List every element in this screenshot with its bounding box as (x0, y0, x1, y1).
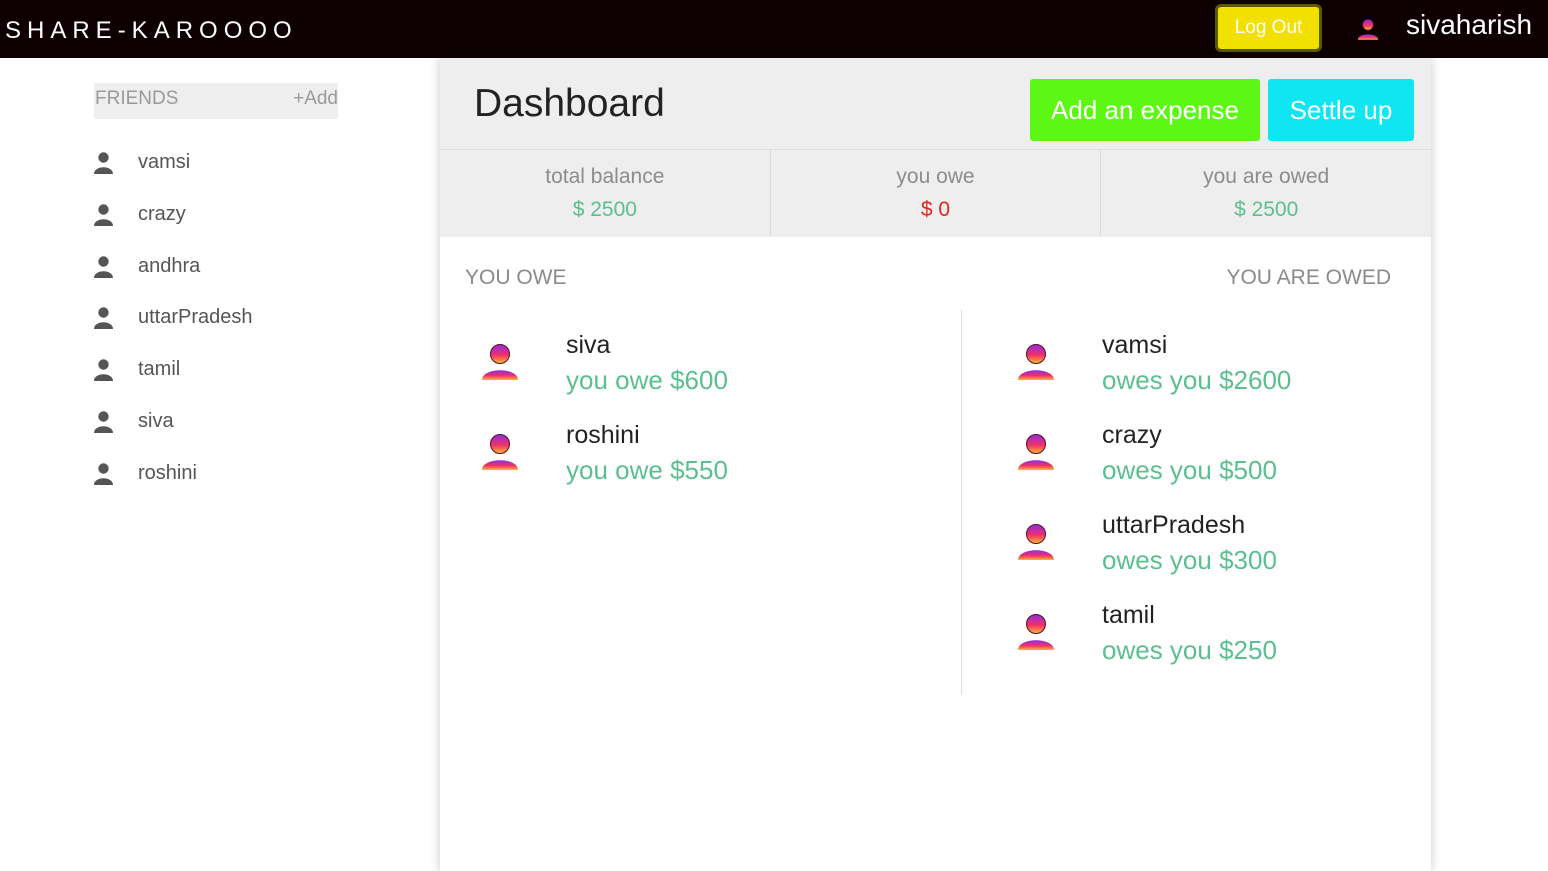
username[interactable]: sivaharish (1406, 8, 1532, 42)
user-icon (94, 255, 113, 278)
brand-logo[interactable]: SHARE-KAROOOO (5, 17, 298, 45)
summary-you-owe: you owe $ 0 (771, 150, 1102, 237)
sidebar-friend-item[interactable]: siva (94, 407, 354, 437)
friend-name: andhra (138, 254, 201, 277)
you-are-owed-heading: YOU ARE OWED (1226, 266, 1391, 289)
summary-label: you are owed (1203, 165, 1330, 188)
user-icon (94, 204, 113, 226)
friend-name: siva (138, 410, 174, 432)
summary-label: total balance (545, 165, 665, 188)
you-owe-item[interactable]: siva you owe $600 (480, 330, 880, 400)
sidebar-friend-item[interactable]: roshini (94, 459, 354, 489)
add-friend-button[interactable]: +Add (293, 88, 338, 110)
user-icon (94, 411, 113, 433)
friend-name: vamsi (138, 151, 191, 173)
sidebar-friend-item[interactable]: vamsi (94, 148, 354, 178)
sidebar-friend-item[interactable]: crazy (94, 200, 354, 230)
dashboard-header: Dashboard Add an expense Settle up (440, 58, 1431, 150)
logout-button[interactable]: Log Out (1215, 4, 1322, 52)
person-name: crazy (1102, 421, 1162, 449)
person-name: roshini (566, 421, 640, 449)
friend-name: roshini (138, 461, 197, 484)
friends-label: FRIENDS (95, 88, 179, 109)
user-avatar-icon (480, 432, 520, 472)
user-avatar-icon (1016, 522, 1056, 562)
you-owe-heading: YOU OWE (465, 266, 567, 289)
summary-label: you owe (896, 165, 975, 188)
person-name: vamsi (1102, 331, 1168, 359)
user-avatar-icon (1016, 612, 1056, 652)
user-icon (94, 359, 113, 382)
owed-amount: owes you $300 (1102, 545, 1277, 575)
summary-value: $ 2500 (1234, 198, 1299, 221)
user-icon (94, 152, 113, 174)
user-icon (94, 463, 113, 485)
friends-header: FRIENDS +Add (94, 83, 338, 119)
user-avatar-icon (480, 342, 520, 382)
user-icon (94, 307, 113, 330)
person-name: uttarPradesh (1102, 511, 1246, 539)
summary-value: $ 0 (920, 198, 951, 221)
friend-name: tamil (138, 358, 181, 381)
owed-to-you-item[interactable]: crazy owes you $500 (1016, 420, 1416, 490)
page-title: Dashboard (474, 82, 665, 125)
summary-total-balance: total balance $ 2500 (440, 150, 771, 237)
person-name: tamil (1102, 601, 1155, 629)
summary-value: $ 2500 (572, 198, 637, 221)
user-avatar-icon[interactable] (1356, 17, 1380, 41)
settle-up-button[interactable]: Settle up (1268, 79, 1414, 141)
owed-amount: owes you $500 (1102, 455, 1277, 485)
column-divider (961, 310, 962, 695)
sidebar-friend-item[interactable]: uttarPradesh (94, 303, 354, 333)
user-avatar-icon (1016, 342, 1056, 382)
top-navbar: SHARE-KAROOOO Log Out sivaharish (0, 0, 1548, 58)
friend-name: crazy (138, 202, 186, 225)
balance-summary: total balance $ 2500 you owe $ 0 you are… (440, 150, 1431, 237)
summary-you-are-owed: you are owed $ 2500 (1101, 150, 1431, 237)
owe-amount: you owe $550 (566, 455, 728, 485)
friend-name: uttarPradesh (138, 306, 253, 329)
owed-amount: owes you $2600 (1102, 365, 1292, 395)
dashboard-card: Dashboard Add an expense Settle up total… (440, 58, 1431, 871)
user-avatar-icon (1016, 432, 1056, 472)
owed-to-you-item[interactable]: tamil owes you $250 (1016, 600, 1416, 670)
sidebar-friend-item[interactable]: andhra (94, 252, 354, 282)
owed-to-you-item[interactable]: uttarPradesh owes you $300 (1016, 510, 1416, 580)
owe-amount: you owe $600 (566, 365, 728, 395)
you-owe-item[interactable]: roshini you owe $550 (480, 420, 880, 490)
add-expense-button[interactable]: Add an expense (1030, 79, 1260, 141)
owed-to-you-item[interactable]: vamsi owes you $2600 (1016, 330, 1416, 400)
owed-amount: owes you $250 (1102, 635, 1277, 665)
person-name: siva (566, 331, 611, 359)
sidebar-friend-item[interactable]: tamil (94, 355, 354, 385)
